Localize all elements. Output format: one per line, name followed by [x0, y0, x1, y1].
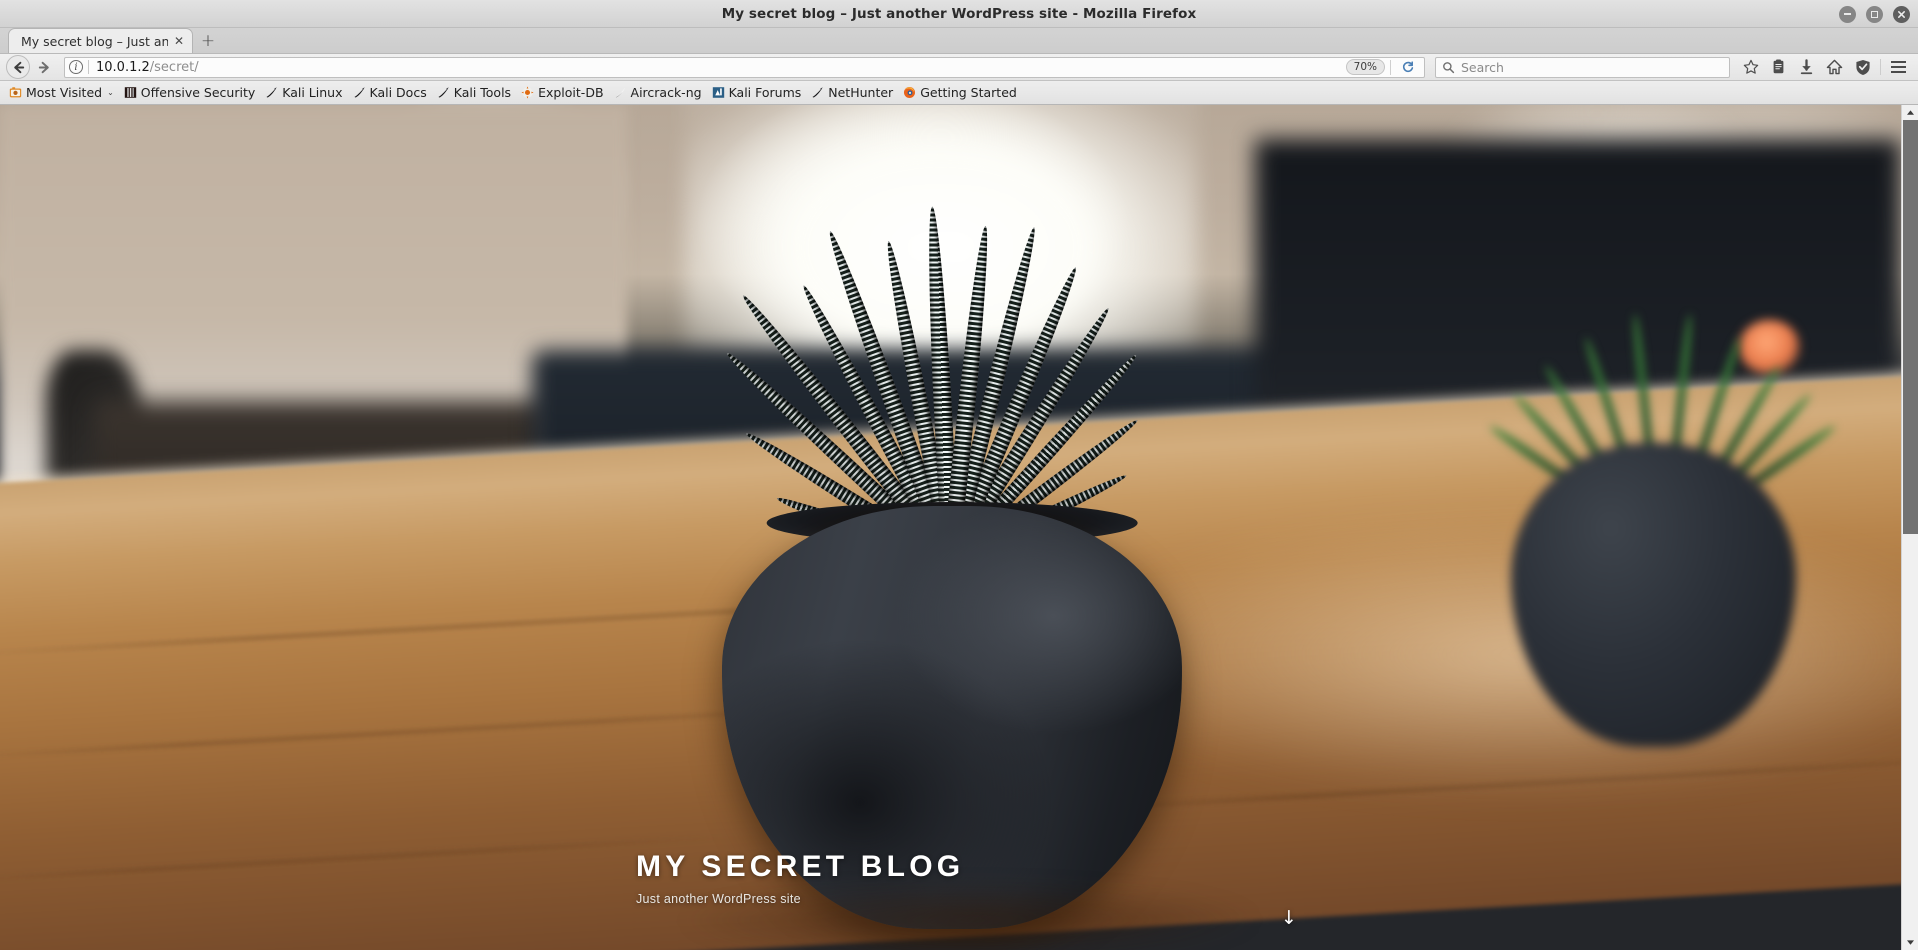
- kali-dragon-icon: [266, 87, 277, 98]
- kali-dragon-icon: [812, 87, 823, 98]
- tab-title: My secret blog – Just ano...: [21, 33, 168, 49]
- download-arrow-icon: [1800, 59, 1813, 75]
- minimize-button[interactable]: [1839, 5, 1856, 23]
- forward-button[interactable]: [32, 55, 56, 79]
- site-branding: MY SECRET BLOG Just another WordPress si…: [636, 850, 964, 906]
- star-glyph-icon: [1743, 59, 1758, 74]
- scrollbar-down-button[interactable]: [1902, 935, 1918, 950]
- bookmark-offensive-security[interactable]: Offensive Security: [120, 83, 261, 103]
- browser-tab-active[interactable]: My secret blog – Just ano... ✕: [8, 28, 193, 53]
- kali-dragon-icon: [353, 87, 365, 98]
- url-bar[interactable]: i 10.0.1.2/secret/ 70%: [64, 55, 1425, 79]
- tab-strip: My secret blog – Just ano... ✕ +: [0, 28, 1918, 54]
- search-input[interactable]: Search: [1461, 60, 1504, 75]
- downloads-icon[interactable]: [1793, 55, 1820, 79]
- kali-dragon-icon: [438, 87, 449, 98]
- bookmark-label: Most Visited: [26, 85, 103, 100]
- bookmark-label: NetHunter: [828, 85, 894, 100]
- url-text: 10.0.1.2/secret/: [96, 60, 199, 75]
- tab-close-icon[interactable]: ✕: [174, 35, 184, 47]
- bookmark-getting-started[interactable]: Getting Started: [899, 83, 1023, 103]
- new-tab-button[interactable]: +: [193, 28, 223, 53]
- bookmark-label: Kali Docs: [369, 85, 427, 100]
- forward-arrow-icon: [38, 61, 49, 73]
- bookmark-label: Offensive Security: [140, 85, 256, 100]
- most-visited-icon: [9, 87, 22, 98]
- exploit-db-icon: [521, 86, 534, 99]
- bookmarks-toolbar: Most Visited ⌄ Offensive Security Kali L…: [0, 81, 1918, 105]
- bookmark-kali-docs[interactable]: Kali Docs: [349, 83, 433, 103]
- search-bar[interactable]: Search: [1435, 56, 1730, 78]
- bookmark-most-visited[interactable]: Most Visited ⌄: [5, 83, 120, 103]
- bookmark-aircrack-ng[interactable]: Aircrack-ng: [610, 83, 708, 103]
- back-button[interactable]: [6, 55, 30, 79]
- firefox-icon: [904, 86, 916, 99]
- scroll-down-arrow-icon[interactable]: ↓: [1281, 909, 1297, 928]
- aircrack-ng-icon: [615, 87, 625, 98]
- page-scrollbar[interactable]: [1901, 105, 1918, 950]
- zoom-level-badge[interactable]: 70%: [1345, 59, 1385, 75]
- reader-glyph-icon: [1773, 59, 1784, 74]
- bookmark-exploit-db[interactable]: Exploit-DB: [517, 83, 609, 103]
- bookmark-label: Kali Tools: [453, 85, 512, 100]
- secondary-plant-pot: [1511, 443, 1797, 748]
- bookmark-star-icon[interactable]: [1737, 55, 1764, 79]
- site-description: Just another WordPress site: [636, 892, 801, 906]
- url-host: 10.0.1.2: [96, 59, 150, 75]
- window-controls: [1839, 0, 1910, 28]
- hero-header-image: MY SECRET BLOG Just another WordPress si…: [0, 105, 1901, 950]
- toolbar-icon-group: [1737, 55, 1912, 79]
- site-identity-icon[interactable]: i: [69, 60, 83, 74]
- page-viewport: MY SECRET BLOG Just another WordPress si…: [0, 105, 1918, 950]
- scrollbar-up-button[interactable]: [1902, 105, 1918, 120]
- home-glyph-icon: [1826, 59, 1843, 75]
- shield-glyph-icon: [1855, 59, 1870, 75]
- bookmark-label: Getting Started: [920, 85, 1017, 100]
- window-titlebar: My secret blog – Just another WordPress …: [0, 0, 1918, 28]
- reader-view-icon[interactable]: [1765, 55, 1792, 79]
- site-title[interactable]: MY SECRET BLOG: [636, 850, 964, 883]
- url-separator: [88, 60, 89, 74]
- bookmark-kali-tools[interactable]: Kali Tools: [433, 83, 517, 103]
- hamburger-glyph-icon: [1891, 61, 1906, 73]
- back-arrow-icon: [13, 61, 24, 73]
- bookmark-label: Kali Forums: [728, 85, 802, 100]
- bookmark-kali-linux[interactable]: Kali Linux: [261, 83, 348, 103]
- reload-button[interactable]: [1396, 55, 1420, 79]
- navigation-toolbar: i 10.0.1.2/secret/ 70% Search: [0, 54, 1918, 81]
- bookmark-label: Aircrack-ng: [630, 85, 702, 100]
- search-icon: [1443, 61, 1455, 73]
- toolbar-separator: [1880, 59, 1881, 75]
- kali-forums-icon: [712, 87, 724, 98]
- window-title: My secret blog – Just another WordPress …: [721, 5, 1197, 22]
- url-divider: [1390, 59, 1391, 75]
- bookmark-nethunter[interactable]: NetHunter: [807, 83, 899, 103]
- url-path: /secret/: [149, 59, 199, 75]
- close-icon: [1898, 10, 1905, 18]
- shield-icon[interactable]: [1849, 55, 1876, 79]
- bookmark-label: Kali Linux: [282, 85, 343, 100]
- close-button[interactable]: [1893, 5, 1910, 23]
- bookmark-label: Exploit-DB: [538, 85, 604, 100]
- chevron-down-icon[interactable]: ⌄: [107, 88, 114, 97]
- reload-icon: [1402, 61, 1414, 73]
- bookmark-kali-forums[interactable]: Kali Forums: [708, 83, 808, 103]
- scrollbar-thumb[interactable]: [1903, 120, 1918, 535]
- maximize-button[interactable]: [1866, 5, 1883, 23]
- offensive-security-icon: [124, 87, 136, 98]
- menu-icon[interactable]: [1885, 55, 1912, 79]
- home-icon[interactable]: [1821, 55, 1848, 79]
- scroll-up-icon: [1906, 110, 1914, 115]
- scroll-down-icon: [1906, 940, 1914, 945]
